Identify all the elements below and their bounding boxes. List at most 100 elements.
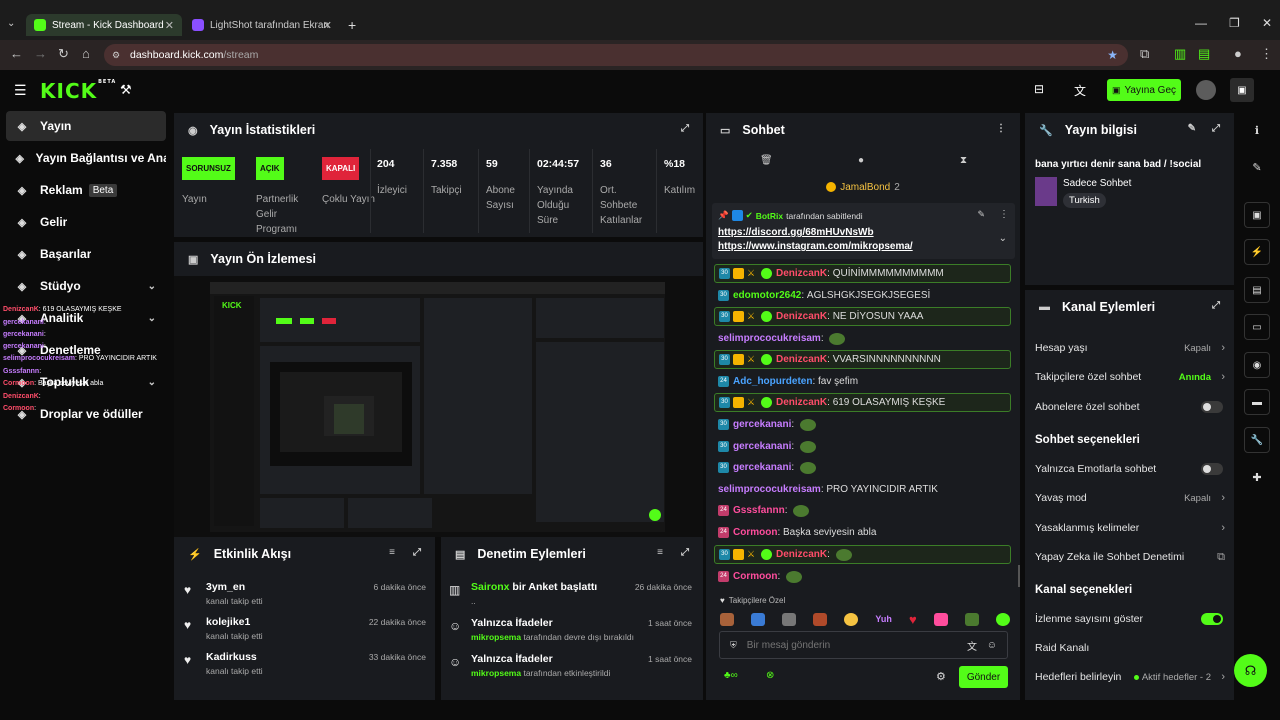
chat-settings-icon[interactable]: ⚙ (936, 670, 946, 683)
sidebar-item[interactable]: ◈ Droplar ve ödüller (6, 399, 166, 429)
tab-search-icon[interactable]: ⌄ (7, 18, 15, 29)
toggle-switch[interactable] (1201, 401, 1223, 413)
channel-action-row[interactable]: Yasaklanmış kelimeler › (1035, 518, 1225, 538)
emote-icon[interactable] (782, 612, 797, 626)
expand-icon[interactable]: ⤢ (1212, 123, 1220, 134)
sidebar-item[interactable]: ◈ Yayın (6, 111, 166, 141)
chevron-down-icon[interactable]: ⌄ (148, 377, 156, 388)
profile-avatar-icon[interactable]: ● (1234, 46, 1242, 61)
translate-extension-icon[interactable]: ▤ (1198, 46, 1210, 62)
sidebar-item[interactable]: ◈ Yayın Bağlantısı ve Anahtarı (6, 143, 166, 173)
tools-icon[interactable]: ⚒ (120, 82, 132, 98)
pinned-link[interactable]: https://discord.gg/68mHUvNsWb (718, 227, 874, 238)
channel-action-row[interactable]: Yapay Zeka ile Sohbet Denetimi ⧉ (1035, 547, 1225, 567)
go-live-button[interactable]: ▣ Yayına Geç (1107, 79, 1181, 101)
heart-emote-icon[interactable]: ♥ (909, 612, 917, 627)
layout-toggle-icon[interactable]: ▣ (1230, 78, 1254, 102)
channel-action-row[interactable]: Yavaş mod Kapalı › (1035, 488, 1225, 508)
tab-kick-dashboard[interactable]: Stream - Kick Dashboard ✕ (26, 14, 182, 36)
forward-icon[interactable]: → (34, 46, 47, 61)
chat-scrollbar[interactable] (1018, 565, 1020, 587)
chat-username[interactable]: Adc_hopurdeten (733, 376, 812, 387)
sidebar-item[interactable]: ◈ Stüdyo ⌄ (6, 271, 166, 301)
reload-icon[interactable]: ↻ (58, 46, 69, 62)
home-icon[interactable]: ⌂ (82, 46, 90, 61)
channel-action-row[interactable]: Hedefleri belirleyin Aktif hedefler - 2 › (1035, 667, 1225, 687)
trash-icon[interactable]: 🗑 (760, 155, 773, 166)
edit-icon[interactable]: ✎ (1188, 123, 1196, 134)
chat-username[interactable]: DenizcanK (776, 268, 827, 279)
expand-icon[interactable]: ⤢ (681, 123, 689, 134)
chat-input-box[interactable]: ⛨ 文 ☺ (719, 631, 1008, 659)
close-window-icon[interactable]: ✕ (1262, 16, 1272, 30)
add-widget-icon[interactable]: ✚ (1244, 464, 1270, 490)
chat-username[interactable]: Cormoon (733, 571, 777, 582)
channel-action-row[interactable]: İzlenme sayısını göster (1035, 609, 1225, 629)
emote-text[interactable]: Yuh (875, 614, 892, 624)
expand-icon[interactable]: ⤢ (681, 547, 689, 558)
chat-username[interactable]: DenizcanK (776, 311, 827, 322)
chat-username[interactable]: edomotor2642 (733, 290, 801, 301)
mod-user[interactable]: mikropsema (471, 668, 521, 678)
emote-icon[interactable] (933, 612, 948, 626)
unpin-icon[interactable]: ✎ (977, 209, 985, 220)
restore-icon[interactable]: ❐ (1229, 16, 1240, 30)
chevron-down-icon[interactable]: ⌄ (148, 313, 156, 324)
filter-icon[interactable]: ≡ (657, 547, 663, 558)
user-avatar[interactable] (1196, 80, 1216, 100)
obs-icon[interactable]: ⊟ (1034, 82, 1044, 96)
channel-action-row[interactable]: Hesap yaşı Kapalı › (1035, 338, 1225, 358)
kick-coin-icon[interactable]: ⊗ (766, 670, 774, 681)
emote-icon[interactable] (720, 612, 734, 626)
stream-info-toggle-icon[interactable]: 🔧 (1244, 427, 1270, 453)
close-tab-icon[interactable]: ✕ (323, 19, 332, 32)
back-icon[interactable]: ← (10, 46, 23, 61)
edit-icon[interactable]: ✎ (1244, 154, 1270, 180)
channel-actions-toggle-icon[interactable]: ▬ (1244, 389, 1270, 415)
mod-user[interactable]: mikropsema (471, 632, 521, 642)
hamburger-menu-icon[interactable]: ☰ (14, 82, 27, 99)
preview-toggle-icon[interactable]: ▣ (1244, 202, 1270, 228)
expand-pin-icon[interactable]: ⌄ (999, 233, 1007, 244)
preview-video[interactable]: KICK (174, 276, 703, 537)
emoji-icon[interactable]: ☺ (987, 640, 997, 651)
translate-icon[interactable]: 文 (1074, 82, 1086, 99)
emote-icon[interactable] (813, 612, 828, 626)
modlog-toggle-icon[interactable]: ▤ (1244, 277, 1270, 303)
bookmark-star-icon[interactable]: ★ (1107, 48, 1118, 62)
channel-action-row[interactable]: Yalnızca Emotlarla sohbet (1035, 459, 1225, 479)
sidebar-item[interactable]: ◈ Reklam Beta (6, 175, 166, 205)
chat-username[interactable]: DenizcanK (776, 354, 827, 365)
close-tab-icon[interactable]: ✕ (165, 19, 174, 32)
emote-icon[interactable] (964, 612, 979, 626)
channel-action-row[interactable]: Abonelere özel sohbet (1035, 397, 1225, 417)
new-tab-icon[interactable]: + (348, 17, 356, 33)
mod-user[interactable]: Saironx (471, 581, 510, 593)
hourglass-icon[interactable]: ⧗ (960, 155, 967, 166)
expand-icon[interactable]: ⤢ (413, 547, 421, 558)
channel-action-row[interactable]: Takipçilere özel sohbet Anında › (1035, 367, 1225, 387)
chat-username[interactable]: gercekanani (733, 462, 791, 473)
expand-icon[interactable]: ⤢ (1212, 300, 1220, 311)
extensions-icon[interactable]: ⧉ (1140, 46, 1149, 62)
chat-bubble-icon[interactable]: ● (858, 155, 864, 166)
emote-icon[interactable] (995, 612, 1010, 626)
pin-menu-icon[interactable]: ⋮ (999, 209, 1009, 220)
stats-toggle-icon[interactable]: ◉ (1244, 352, 1270, 378)
minimize-icon[interactable]: — (1195, 16, 1207, 30)
chat-username[interactable]: DenizcanK (776, 397, 827, 408)
emote-icon[interactable] (844, 612, 859, 626)
filter-icon[interactable]: ≡ (389, 547, 395, 558)
pinned-link[interactable]: https://www.instagram.com/mikropsema/ (718, 241, 913, 252)
browser-menu-icon[interactable]: ⋮ (1260, 46, 1273, 62)
sidebar-item[interactable]: ◈ Gelir (6, 207, 166, 237)
tab-lightshot[interactable]: LightShot tarafından Ekran Görü... ✕ (184, 14, 340, 36)
kick-logo[interactable]: KICKBETA (40, 79, 116, 103)
chat-username[interactable]: gercekanani (733, 441, 791, 452)
emote-icon[interactable] (751, 612, 766, 626)
chat-message-input[interactable] (746, 639, 947, 651)
chat-username[interactable]: Gsssfannn (733, 505, 785, 516)
points-icon[interactable]: ♣∞ (724, 670, 738, 681)
sidebar-item[interactable]: ◈ Başarılar (6, 239, 166, 269)
chevron-down-icon[interactable]: ⌄ (148, 281, 156, 292)
